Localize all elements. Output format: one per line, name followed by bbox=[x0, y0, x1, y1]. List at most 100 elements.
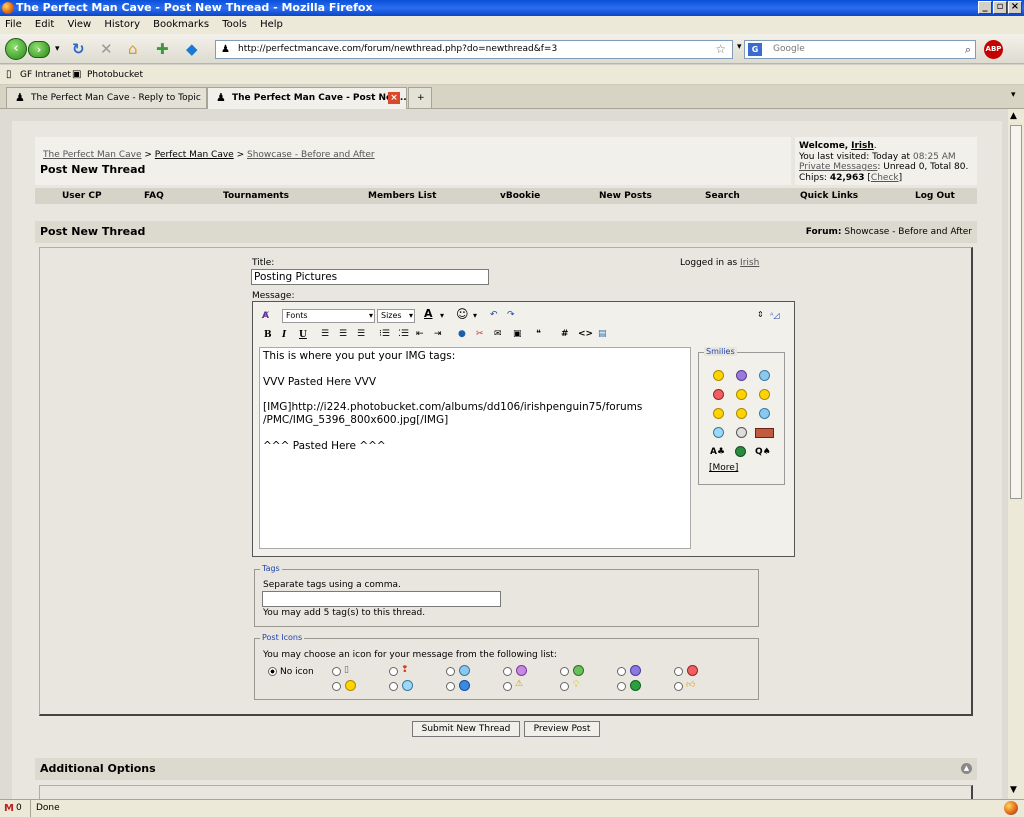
restore-button[interactable]: ▫ bbox=[993, 1, 1007, 14]
wrap-code-icon[interactable]: # bbox=[561, 328, 569, 340]
nav-faq[interactable]: FAQ bbox=[144, 188, 164, 204]
smilie-tongue-icon[interactable] bbox=[713, 408, 724, 419]
smilie-biggrin-icon[interactable] bbox=[736, 389, 747, 400]
text-color-icon[interactable]: A bbox=[424, 308, 433, 320]
scroll-thumb[interactable] bbox=[1010, 125, 1022, 499]
post-icon-radio[interactable] bbox=[503, 667, 512, 676]
insert-link-icon[interactable]: ● bbox=[458, 328, 466, 340]
adblock-icon[interactable]: ABP bbox=[984, 40, 1003, 59]
smilie-redface-icon[interactable] bbox=[736, 408, 747, 419]
color-dropdown-icon[interactable]: ▾ bbox=[440, 310, 444, 322]
align-left-icon[interactable]: ☰ bbox=[321, 328, 329, 340]
tab-list-icon[interactable]: ▾ bbox=[1011, 90, 1016, 100]
post-icon-radio[interactable] bbox=[560, 682, 569, 691]
menu-view[interactable]: View bbox=[67, 19, 91, 30]
breadcrumb-subforum[interactable]: Showcase - Before and After bbox=[247, 150, 375, 160]
search-icon[interactable]: ⌕ bbox=[965, 41, 971, 58]
post-icon-radio-none[interactable] bbox=[268, 667, 277, 676]
menu-file[interactable]: File bbox=[5, 19, 22, 30]
welcome-user-link[interactable]: Irish bbox=[851, 141, 874, 151]
nav-new-posts[interactable]: New Posts bbox=[599, 188, 652, 204]
post-icon-radio[interactable] bbox=[503, 682, 512, 691]
size-select[interactable]: Sizes ▾ bbox=[377, 309, 415, 323]
preview-post-button[interactable]: Preview Post bbox=[524, 721, 600, 737]
post-icon-radio[interactable] bbox=[332, 667, 341, 676]
outdent-icon[interactable]: ⇤ bbox=[416, 328, 424, 340]
url-dropdown-icon[interactable]: ▾ bbox=[737, 42, 742, 52]
bold-icon[interactable]: B bbox=[264, 329, 272, 341]
search-input[interactable]: G Google ⌕ bbox=[744, 40, 976, 59]
nav-members-list[interactable]: Members List bbox=[368, 188, 436, 204]
smilie-confused-icon[interactable] bbox=[759, 370, 770, 381]
ordered-list-icon[interactable]: ⁝☰ bbox=[379, 328, 390, 340]
star-icon[interactable]: ☆ bbox=[715, 41, 726, 58]
resize-editor-icon[interactable]: ⇕ bbox=[757, 309, 764, 321]
smilie-queen-spades-icon[interactable]: Q♠ bbox=[755, 446, 771, 458]
url-bar[interactable]: ♟ http://perfectmancave.com/forum/newthr… bbox=[215, 40, 733, 59]
smilie-cool-icon[interactable] bbox=[713, 427, 724, 438]
underline-icon[interactable]: U bbox=[299, 329, 307, 341]
breadcrumb-home[interactable]: The Perfect Man Cave bbox=[43, 150, 142, 160]
remove-link-icon[interactable]: ✂ bbox=[476, 328, 484, 340]
post-icon-radio[interactable] bbox=[674, 667, 683, 676]
breadcrumb-forum[interactable]: Perfect Man Cave bbox=[155, 150, 234, 160]
scroll-down-icon[interactable]: ▼ bbox=[1010, 785, 1017, 795]
reload-icon[interactable]: ↻ bbox=[72, 41, 85, 57]
home-icon[interactable]: ⌂ bbox=[128, 41, 138, 57]
addon-icon[interactable]: ◆ bbox=[186, 41, 198, 57]
post-icon-radio[interactable] bbox=[617, 667, 626, 676]
nav-quick-links[interactable]: Quick Links bbox=[800, 188, 858, 204]
insert-image-icon[interactable]: ▣ bbox=[513, 328, 522, 340]
stop-icon[interactable]: ✕ bbox=[100, 41, 113, 57]
post-icon-radio[interactable] bbox=[389, 667, 398, 676]
tags-input[interactable] bbox=[262, 591, 501, 607]
smilie-dropdown-icon[interactable]: ▾ bbox=[473, 310, 477, 322]
smilie-smile-icon[interactable] bbox=[713, 370, 724, 381]
nav-search[interactable]: Search bbox=[705, 188, 740, 204]
smilie-eek-icon[interactable] bbox=[736, 427, 747, 438]
chips-check-link[interactable]: Check bbox=[871, 173, 899, 183]
history-dropdown-icon[interactable]: ▾ bbox=[55, 41, 60, 57]
smilie-brick-icon[interactable] bbox=[755, 428, 774, 438]
insert-email-icon[interactable]: ✉ bbox=[494, 328, 502, 340]
back-button[interactable]: ‹ bbox=[5, 38, 27, 60]
nav-tournaments[interactable]: Tournaments bbox=[223, 188, 289, 204]
smilie-chip-icon[interactable] bbox=[735, 446, 746, 457]
wrap-html-icon[interactable]: <> bbox=[578, 328, 593, 340]
align-right-icon[interactable]: ☰ bbox=[357, 328, 365, 340]
collapse-icon[interactable]: ▲ bbox=[961, 763, 972, 774]
bookmark-gf-intranet[interactable]: GF Intranet bbox=[20, 65, 71, 85]
scroll-up-icon[interactable]: ▲ bbox=[1010, 111, 1017, 121]
nav-log-out[interactable]: Log Out bbox=[915, 188, 955, 204]
private-messages-link[interactable]: Private Messages bbox=[799, 162, 877, 172]
post-icon-radio[interactable] bbox=[674, 682, 683, 691]
message-textarea[interactable]: This is where you put your IMG tags: VVV… bbox=[259, 347, 691, 549]
post-icon-radio[interactable] bbox=[389, 682, 398, 691]
submit-new-thread-button[interactable]: Submit New Thread bbox=[412, 721, 520, 737]
menu-history[interactable]: History bbox=[104, 19, 140, 30]
smilie-wink-icon[interactable] bbox=[759, 389, 770, 400]
title-input[interactable]: Posting Pictures bbox=[251, 269, 489, 285]
logged-in-user-link[interactable]: Irish bbox=[740, 258, 759, 268]
remove-format-icon[interactable]: A̸ bbox=[262, 310, 269, 322]
unordered-list-icon[interactable]: ⁚☰ bbox=[398, 328, 409, 340]
menu-edit[interactable]: Edit bbox=[35, 19, 54, 30]
gmail-icon[interactable]: M bbox=[4, 800, 14, 817]
menu-tools[interactable]: Tools bbox=[222, 19, 247, 30]
redo-icon[interactable]: ↷ bbox=[507, 309, 515, 321]
post-icon-radio[interactable] bbox=[617, 682, 626, 691]
wrap-php-icon[interactable]: ▤ bbox=[598, 328, 607, 340]
menu-help[interactable]: Help bbox=[260, 19, 283, 30]
undo-icon[interactable]: ↶ bbox=[490, 309, 498, 321]
new-tab-button[interactable]: + bbox=[408, 87, 432, 108]
post-icon-radio[interactable] bbox=[332, 682, 341, 691]
vertical-scrollbar[interactable]: ▲ ▼ bbox=[1008, 109, 1024, 799]
tab-post-new-thread[interactable]: ♟ The Perfect Man Cave - Post New... × bbox=[207, 87, 407, 109]
post-icon-radio[interactable] bbox=[560, 667, 569, 676]
wrap-quote-icon[interactable]: ❝ bbox=[536, 328, 541, 340]
close-window-button[interactable]: × bbox=[1008, 1, 1022, 14]
post-icon-radio[interactable] bbox=[446, 667, 455, 676]
nav-vbookie[interactable]: vBookie bbox=[500, 188, 540, 204]
bookmark-photobucket[interactable]: Photobucket bbox=[87, 65, 143, 85]
menu-bookmarks[interactable]: Bookmarks bbox=[153, 19, 209, 30]
